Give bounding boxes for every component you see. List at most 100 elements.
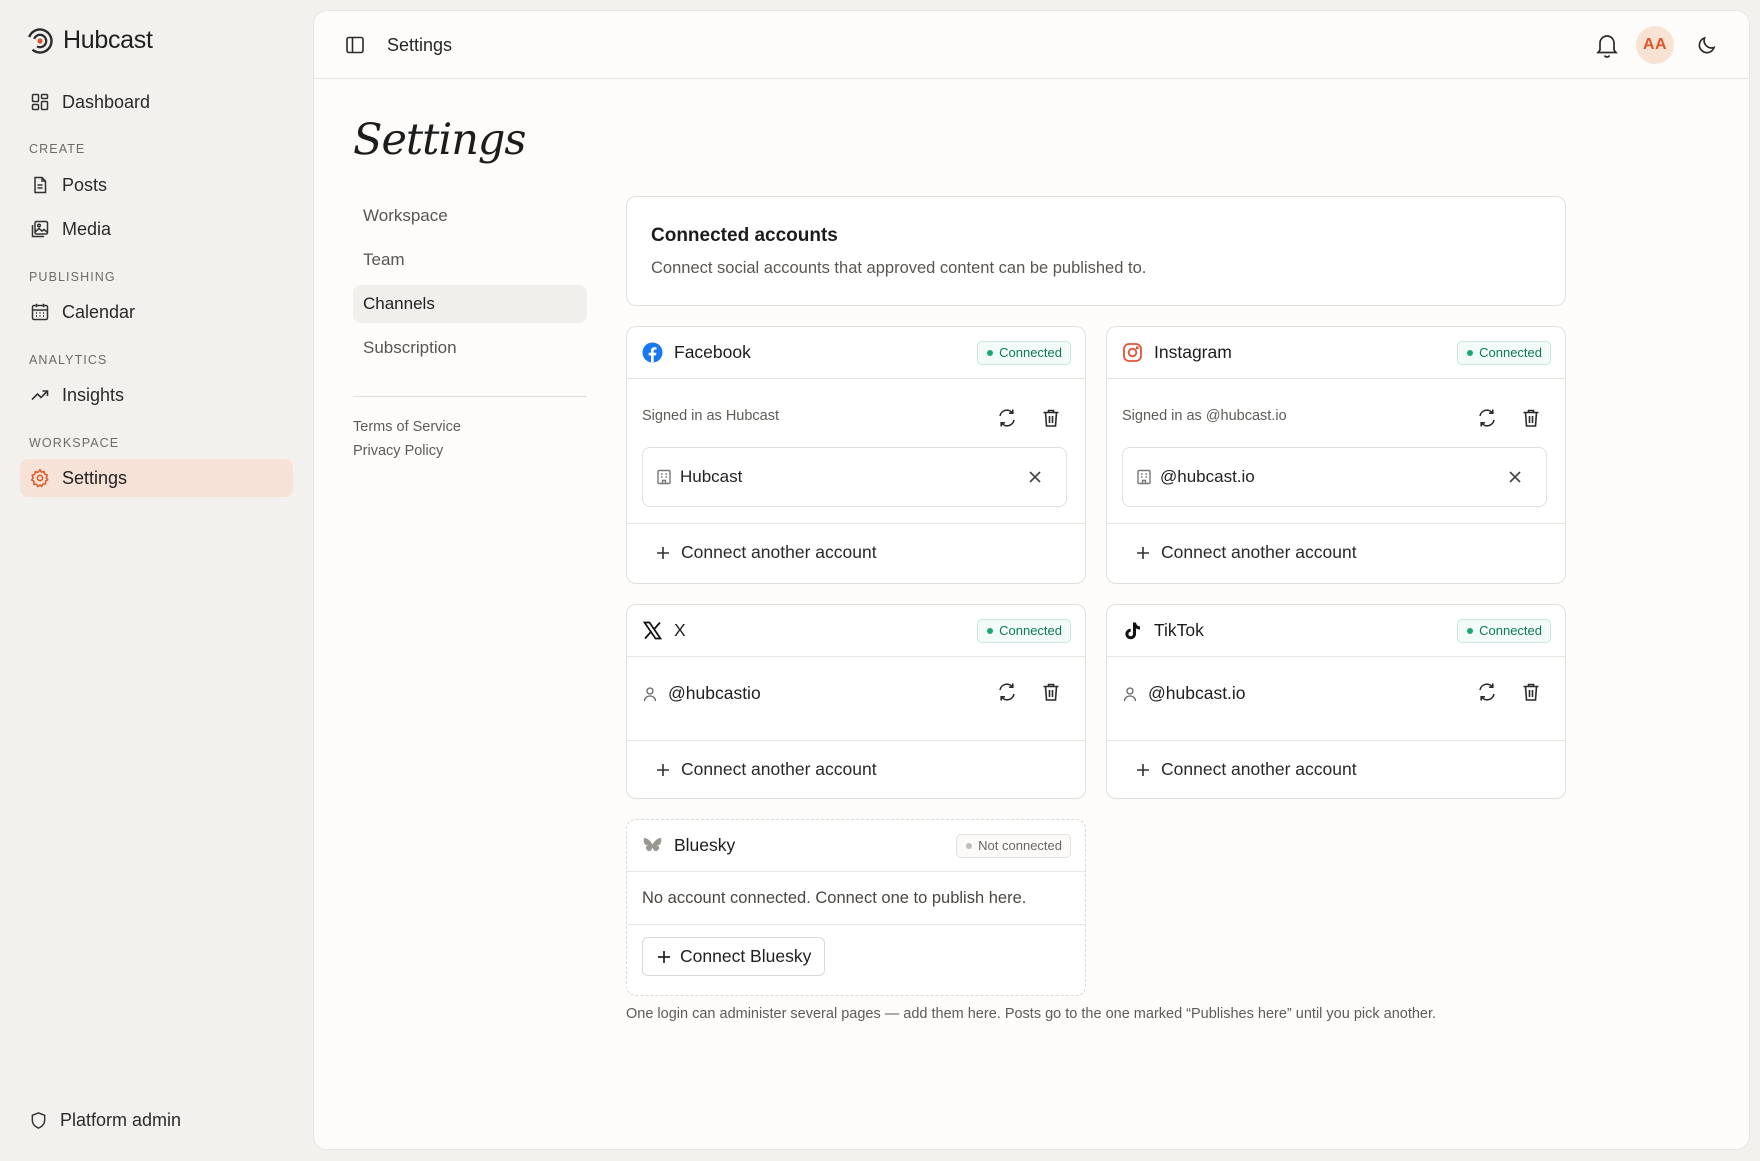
- plus-icon: [657, 763, 669, 776]
- sidebar-item-label: Settings: [62, 467, 128, 488]
- channel-name: Instagram: [1154, 342, 1232, 362]
- status-badge: Not connected: [956, 834, 1071, 858]
- signed-in-text: Signed in as @hubcast.io: [1122, 408, 1287, 424]
- plus-icon: [1137, 763, 1149, 776]
- instagram-icon: [1123, 343, 1142, 362]
- terms-link[interactable]: Terms of Service: [353, 419, 461, 435]
- connect-bluesky-label: Connect Bluesky: [680, 946, 812, 966]
- channel-header: Instagram Connected: [1107, 327, 1565, 379]
- connect-another-account-button[interactable]: Connect another account: [1135, 759, 1357, 780]
- sidebar-toggle-icon[interactable]: [344, 34, 366, 56]
- account-row: @hubcastio: [642, 683, 761, 704]
- close-icon[interactable]: [1026, 468, 1044, 486]
- connect-another-label: Connect another account: [681, 542, 877, 562]
- status-badge: Connected: [977, 619, 1071, 643]
- channel-header: Facebook Connected: [627, 327, 1085, 379]
- refresh-icon[interactable]: [1476, 681, 1498, 703]
- channel-card-x: X Connected @hubcastio Connect another a…: [626, 604, 1086, 799]
- refresh-icon[interactable]: [996, 407, 1018, 429]
- page-row: @hubcast.io: [1122, 447, 1547, 507]
- signed-in-text: Signed in as Hubcast: [642, 408, 780, 424]
- moon-icon[interactable]: [1696, 34, 1718, 56]
- channel-header: TikTok Connected: [1107, 605, 1565, 657]
- brand[interactable]: Hubcast: [26, 26, 153, 55]
- sidebar-item-calendar[interactable]: Calendar: [20, 293, 293, 331]
- subnav-team[interactable]: Team: [353, 241, 587, 279]
- connect-bluesky-button[interactable]: Connect Bluesky: [642, 937, 826, 976]
- images-icon: [31, 220, 49, 238]
- topbar: Settings AA: [314, 11, 1749, 79]
- channel-name: Facebook: [674, 342, 751, 362]
- channel-name: X: [674, 620, 686, 640]
- status-badge: Connected: [1457, 341, 1551, 365]
- sidebar: Hubcast Dashboard CREATE Posts Media PUB…: [0, 0, 310, 1161]
- refresh-icon[interactable]: [1476, 407, 1498, 429]
- sidebar-item-insights[interactable]: Insights: [20, 376, 293, 414]
- breadcrumb: Settings: [387, 35, 453, 55]
- section-publishing: PUBLISHING: [29, 270, 116, 284]
- trash-icon[interactable]: [1520, 681, 1542, 703]
- account-handle: @hubcast.io: [1148, 683, 1246, 703]
- plus-icon: [1137, 546, 1149, 559]
- status-badge: Connected: [1457, 619, 1551, 643]
- shield-icon: [31, 1112, 46, 1129]
- platform-admin-link[interactable]: Platform admin: [29, 1110, 181, 1131]
- divider: [1107, 740, 1565, 741]
- main-panel: Settings AA Settings Workspace Team Chan…: [313, 10, 1750, 1150]
- section-analytics: ANALYTICS: [29, 353, 108, 367]
- channel-header: Bluesky Not connected: [627, 820, 1085, 872]
- section-heading: Connected accounts: [651, 225, 838, 246]
- facebook-icon: [642, 342, 663, 363]
- connect-another-account-button[interactable]: Connect another account: [1135, 542, 1357, 563]
- footnote: One login can administer several pages —…: [626, 1006, 1437, 1022]
- channel-name: Bluesky: [674, 835, 736, 855]
- sidebar-item-settings[interactable]: Settings: [20, 459, 293, 497]
- platform-admin-label: Platform admin: [60, 1110, 182, 1130]
- connected-accounts-card: Connected accounts Connect social accoun…: [626, 196, 1566, 306]
- subnav-channels[interactable]: Channels: [353, 285, 587, 323]
- subnav-divider: [353, 396, 587, 397]
- account-row: @hubcast.io: [1122, 683, 1246, 704]
- sidebar-item-label: Media: [62, 218, 112, 239]
- dashboard-icon: [31, 93, 49, 111]
- avatar[interactable]: AA: [1636, 26, 1674, 64]
- trash-icon[interactable]: [1520, 407, 1542, 429]
- document-icon: [34, 176, 47, 194]
- subnav-workspace[interactable]: Workspace: [353, 197, 587, 235]
- connect-another-label: Connect another account: [681, 759, 877, 779]
- connect-another-label: Connect another account: [1161, 542, 1357, 562]
- status-badge: Connected: [977, 341, 1071, 365]
- divider: [627, 924, 1085, 925]
- building-icon: [657, 469, 671, 485]
- brand-name: Hubcast: [63, 26, 153, 54]
- page-name: Hubcast: [680, 467, 743, 486]
- subnav-subscription[interactable]: Subscription: [353, 329, 587, 367]
- tiktok-icon: [1125, 622, 1140, 640]
- trash-icon[interactable]: [1040, 407, 1062, 429]
- divider: [627, 740, 1085, 741]
- sidebar-item-label: Dashboard: [62, 91, 151, 112]
- user-icon: [1123, 686, 1137, 701]
- page-name: @hubcast.io: [1160, 467, 1255, 486]
- close-icon[interactable]: [1506, 468, 1524, 486]
- channel-name: TikTok: [1154, 620, 1204, 640]
- empty-state-text: No account connected. Connect one to pub…: [642, 889, 1027, 907]
- page-title: Settings: [353, 115, 527, 165]
- connect-another-account-button[interactable]: Connect another account: [655, 542, 877, 563]
- divider: [1107, 523, 1565, 524]
- channel-card-bluesky: Bluesky Not connected No account connect…: [626, 819, 1086, 996]
- privacy-link[interactable]: Privacy Policy: [353, 443, 443, 459]
- x-logo-icon: [642, 621, 663, 640]
- refresh-icon[interactable]: [996, 681, 1018, 703]
- section-workspace: WORKSPACE: [29, 436, 120, 450]
- bell-icon[interactable]: [1594, 31, 1620, 59]
- connect-another-account-button[interactable]: Connect another account: [655, 759, 877, 780]
- channel-card-tiktok: TikTok Connected @hubcast.io Connect ano…: [1106, 604, 1566, 799]
- sidebar-item-media[interactable]: Media: [20, 210, 293, 248]
- sidebar-item-posts[interactable]: Posts: [20, 166, 293, 204]
- trash-icon[interactable]: [1040, 681, 1062, 703]
- butterfly-icon: [643, 838, 662, 852]
- sidebar-item-dashboard[interactable]: Dashboard: [20, 83, 293, 121]
- channel-header: X Connected: [627, 605, 1085, 657]
- sidebar-item-label: Calendar: [62, 301, 136, 322]
